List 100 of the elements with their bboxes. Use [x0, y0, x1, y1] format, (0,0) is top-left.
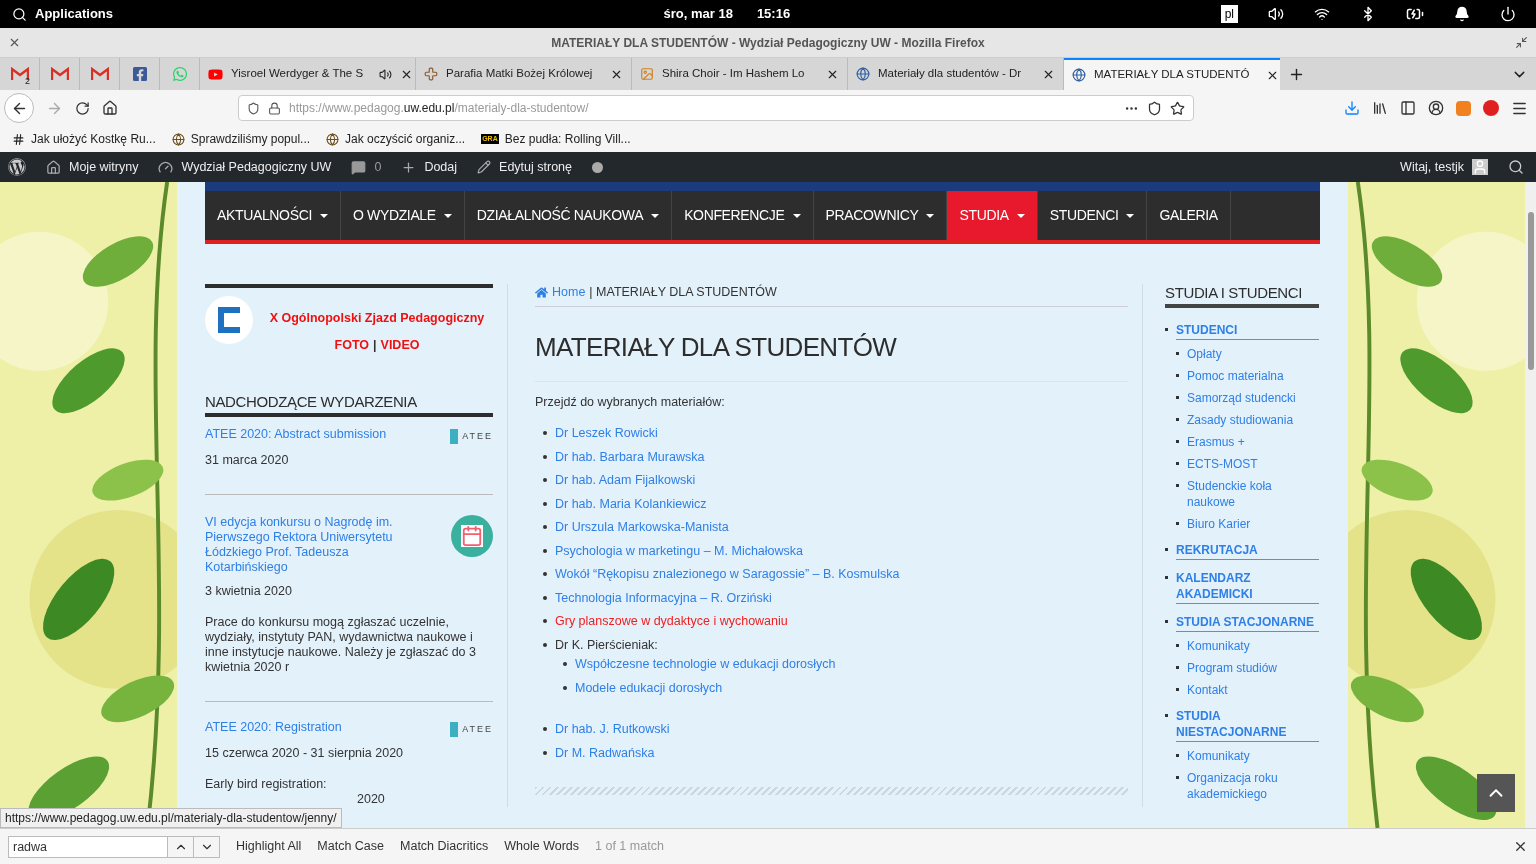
globe-icon	[171, 132, 185, 146]
material-link[interactable]: Współczesne technologie w edukacji dorosłych	[575, 655, 836, 672]
adblock-icon[interactable]	[1483, 100, 1499, 116]
material-link[interactable]: Technologia Informacyjna – R. Orziński	[555, 589, 772, 606]
shield-icon[interactable]	[247, 101, 260, 115]
lock-icon[interactable]	[268, 101, 281, 115]
close-icon[interactable]	[8, 36, 21, 49]
event-date: 3 kwietnia 2020	[205, 584, 293, 599]
material-link[interactable]: Dr hab. Adam Fijalkowski	[555, 472, 696, 488]
search-icon[interactable]	[1508, 159, 1524, 175]
power-icon[interactable]	[1500, 6, 1516, 22]
next-match-button[interactable]	[194, 835, 220, 858]
conference-logo[interactable]	[205, 296, 253, 344]
library-icon[interactable]	[1372, 100, 1388, 116]
menu-item[interactable]: STUDENCI	[1037, 191, 1148, 240]
home-link[interactable]: Home	[552, 284, 586, 300]
bookmark-link[interactable]: Bez pudła: Rolling Vill...	[504, 130, 631, 148]
image-icon	[640, 67, 654, 81]
comments-count[interactable]: 0	[374, 157, 382, 177]
restore-icon[interactable]	[1515, 36, 1528, 49]
sidebar-link[interactable]: Erasmus +	[1187, 434, 1245, 450]
sidebar-link[interactable]: Pomoc materialna	[1187, 368, 1284, 384]
browser-tab[interactable]: MATERIAŁY DLA STUDENTÓ	[1064, 58, 1280, 90]
scrollbar[interactable]	[1525, 182, 1536, 828]
url-field[interactable]: https://www.pedagog.uw.edu.pl/materialy-dla-studentow/	[238, 95, 1194, 121]
search-icon[interactable]	[12, 6, 27, 22]
sidebar-link[interactable]: Samorząd studencki	[1187, 390, 1296, 406]
sidebar-link[interactable]: ECTS-MOST	[1187, 456, 1258, 472]
wordpress-icon[interactable]	[8, 158, 26, 176]
sidebar-section-link[interactable]: STUDENCI	[1176, 322, 1319, 340]
sidebar-link[interactable]: Organizacja roku akademickiego	[1187, 770, 1319, 802]
pencil-icon	[477, 160, 492, 174]
scroll-to-top-button[interactable]	[1477, 774, 1515, 812]
material-link[interactable]: Dr hab. J. Rutkowski	[555, 721, 670, 737]
grid-icon	[12, 132, 25, 146]
event-link[interactable]: ATEE 2020: Abstract submission	[205, 427, 439, 442]
volume-icon[interactable]	[1268, 6, 1284, 22]
sidebar-icon[interactable]	[1400, 100, 1416, 116]
applications-menu[interactable]: Applications	[35, 4, 113, 24]
sidebar-link[interactable]: Opłaty	[1187, 346, 1222, 362]
bookmark-link[interactable]: Jak oczyścić organiz...	[345, 130, 466, 148]
conference-link[interactable]: X Ogólnopolski Zjazd Pedagogiczny	[269, 311, 485, 326]
facebook-icon	[131, 66, 148, 82]
material-link[interactable]: Dr M. Radwańska	[555, 744, 655, 761]
sidebar-section-link[interactable]: STUDIA STACJONARNE	[1176, 614, 1319, 632]
wifi-icon[interactable]	[1314, 6, 1330, 22]
account-greeting[interactable]: Witaj, testjk	[1400, 157, 1464, 177]
download-icon[interactable]	[1344, 100, 1360, 116]
previous-match-button[interactable]	[168, 835, 194, 858]
menu-item[interactable]: STUDIA	[947, 191, 1038, 240]
menu-item[interactable]: AKTUALNOŚCI	[205, 191, 341, 240]
photo-link[interactable]: FOTO	[334, 338, 370, 353]
find-option[interactable]: Highlight All	[236, 837, 302, 856]
edit-page-link[interactable]: Edytuj stronę	[499, 157, 572, 177]
sidebar-link[interactable]: Biuro Karier	[1187, 516, 1251, 532]
reload-icon[interactable]	[75, 100, 90, 116]
menu-item[interactable]: KONFERENCJE	[672, 191, 814, 240]
sidebar-link[interactable]: Program studiów	[1187, 660, 1278, 676]
material-link[interactable]: Dr hab. Maria Kolankiewicz	[555, 495, 707, 512]
site-link[interactable]: Wydział Pedagogiczny UW	[181, 157, 332, 177]
sidebar-link[interactable]: Komunikaty	[1187, 748, 1250, 764]
bookmark-link[interactable]: Jak ułożyć Kostkę Ru...	[31, 130, 156, 148]
find-option[interactable]: Match Case	[317, 837, 385, 856]
sidebar-link[interactable]: Komunikaty	[1187, 638, 1250, 654]
back-button[interactable]	[4, 93, 34, 123]
material-link[interactable]: Psychologia w marketingu – M. Michałowska	[555, 542, 804, 559]
home-icon[interactable]	[102, 100, 118, 116]
find-option[interactable]: Match Diacritics	[400, 837, 489, 856]
bookmark-link[interactable]: Sprawdziliśmy popul...	[190, 130, 311, 148]
account-icon[interactable]	[1428, 100, 1444, 116]
sidebar-section-link[interactable]: STUDIA NIESTACJONARNE	[1176, 708, 1319, 742]
mail-icon	[90, 67, 109, 81]
material-link[interactable]: Dr hab. Barbara Murawska	[555, 448, 705, 465]
add-new-link[interactable]: Dodaj	[424, 157, 458, 177]
material-link[interactable]: Wokół “Rękopisu znalezionego w Saragossie” – B. Kosmulska	[555, 566, 900, 582]
sidebar-link[interactable]: Zasady studiowania	[1187, 412, 1294, 428]
speaker-icon[interactable]	[379, 67, 393, 81]
my-sites-link[interactable]: Moje witryny	[69, 157, 139, 177]
material-link[interactable]: Dr Leszek Rowicki	[555, 425, 658, 441]
sidebar-section-link[interactable]: KALENDARZ AKADEMICKI	[1176, 570, 1319, 604]
material-link[interactable]: Modele edukacji dorosłych	[575, 679, 723, 696]
page-title: MATERIAŁY DLA STUDENTÓW	[535, 331, 1128, 382]
window-title: MATERIAŁY DLA STUDENTÓW - Wydział Pedagogiczny UW - Mozilla Firefox	[550, 34, 986, 52]
bell-icon[interactable]	[1454, 6, 1470, 22]
close-icon[interactable]	[1513, 839, 1528, 854]
event-link[interactable]: VI edycja konkursu o Nagrodę im. Pierwszego Rektora Uniwersytetu Łódzkiego Prof. Tadeusza Kotarbińskiego	[205, 515, 439, 575]
find-option[interactable]: Whole Words	[504, 837, 580, 856]
material-link[interactable]: Dr Urszula Markowska-Manista	[555, 519, 729, 535]
menu-item[interactable]: GALERIA	[1147, 191, 1231, 240]
sidebar-link[interactable]: Kontakt	[1187, 682, 1228, 698]
sidebar-section-link[interactable]: REKRUTACJA	[1176, 542, 1319, 560]
menu-item[interactable]: DZIAŁALNOŚĆ NAUKOWA	[464, 191, 673, 240]
bookmark-star-icon[interactable]	[1170, 100, 1185, 116]
event-link[interactable]: ATEE 2020: Registration	[205, 720, 439, 735]
find-field[interactable]: radwa	[8, 835, 168, 858]
material-link[interactable]: Gry planszowe w dydaktyce i wychowaniu	[555, 613, 788, 629]
video-link[interactable]: VIDEO	[380, 338, 420, 353]
menu-item[interactable]: O WYDZIALE	[340, 191, 465, 240]
sidebar-link[interactable]: Studenckie koła naukowe	[1187, 478, 1319, 510]
keyboard-layout-indicator[interactable]: pl	[1220, 5, 1238, 23]
